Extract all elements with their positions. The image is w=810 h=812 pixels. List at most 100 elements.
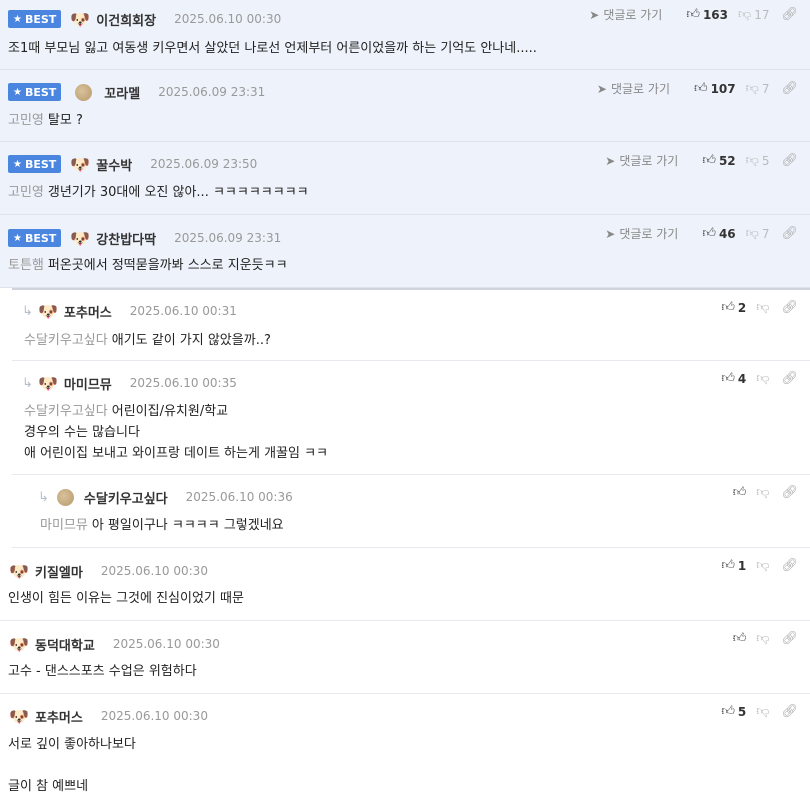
reply-target[interactable]: 고민영 (8, 113, 44, 128)
reply-arrow-icon: ↳ (22, 375, 33, 391)
avatar[interactable]: 🐶 (69, 8, 91, 30)
comment-item: 🐶 동덕대학교 2025.06.10 00:30 👍︎ 👎︎ 🔗︎ 고수 - 댄… (0, 621, 810, 694)
comment-text: 인생이 힘든 이유는 그것에 진심이었기 때문 (8, 591, 244, 606)
avatar[interactable]: 🐶 (37, 300, 59, 322)
comment-author[interactable]: 꿀수박 (96, 155, 132, 174)
avatar[interactable] (56, 488, 74, 506)
comment-actions: 👍︎ 👎︎ 🔗︎ (723, 485, 798, 500)
comment-item: ★ BEST 🐶 강찬밥다딱 2025.06.09 23:31 ➤ 댓글로 가기 👍… (0, 215, 810, 288)
downvote-button[interactable]: 👎︎ 17 (738, 7, 769, 22)
upvote-button[interactable]: 👍︎ 2 (721, 300, 746, 315)
reply-target[interactable]: 고민영 (8, 185, 44, 200)
reply-target[interactable]: 수달키우고싶다 (24, 333, 108, 348)
downvote-button[interactable]: 👎︎ (756, 371, 769, 386)
link-icon[interactable]: 🔗︎ (781, 631, 798, 646)
comment-author[interactable]: 강찬밥다딱 (96, 229, 156, 248)
link-icon[interactable]: 🔗︎ (781, 485, 798, 500)
avatar[interactable]: 🐶 (8, 705, 30, 727)
downvote-button[interactable]: 👎︎ (756, 300, 769, 315)
comment-text: 고수 - 댄스스포츠 수업은 위험하다 (8, 664, 197, 679)
comment-actions: 👍︎ 4 👎︎ 🔗︎ (711, 371, 798, 386)
comment-actions: ➤ 댓글로 가기 👍︎ 52 👎︎ 5 🔗︎ (605, 152, 798, 169)
comment-date: 2025.06.10 00:31 (129, 304, 237, 318)
upvote-button[interactable]: 👍︎ 46 (702, 226, 735, 241)
link-icon[interactable]: 🔗︎ (781, 371, 798, 386)
thumb-down-icon: 👎︎ (756, 371, 770, 386)
downvote-button[interactable]: 👎︎ (756, 631, 769, 646)
send-icon: ➤ (596, 81, 607, 96)
comment-text: 마미므뮤 아 평일이구나 ㅋㅋㅋㅋ 그렇겠네요 (40, 518, 284, 533)
downvote-button[interactable]: 👎︎ (756, 485, 769, 500)
link-icon[interactable]: 🔗︎ (781, 7, 798, 22)
comment-item: 🐶 포추머스 2025.06.10 00:30 👍︎ 5 👎︎ 🔗︎ 서로 깊이 … (0, 694, 810, 812)
comment-date: 2025.06.10 00:30 (112, 637, 220, 651)
comment-author[interactable]: 이건희회장 (96, 10, 156, 29)
thumb-up-icon: 👍︎ (732, 485, 747, 500)
downvote-button[interactable]: 👎︎ (756, 558, 769, 573)
upvote-button[interactable]: 👍︎ 52 (702, 153, 735, 168)
reply-target[interactable]: 마미므뮤 (40, 518, 88, 533)
comment-author[interactable]: 키질엘마 (35, 562, 83, 581)
goto-reply-link[interactable]: ➤ 댓글로 가기 (605, 225, 678, 242)
upvote-button[interactable]: 👍︎ 1 (721, 558, 746, 573)
comment-text: 조1때 부모님 잃고 여동생 키우면서 살았던 나로선 언제부터 어른이었을까 … (8, 41, 537, 56)
comment-actions: 👍︎ 5 👎︎ 🔗︎ (711, 704, 798, 719)
link-icon[interactable]: 🔗︎ (781, 81, 798, 96)
reply-target[interactable]: 수달키우고싶다 (24, 404, 108, 419)
upvote-button[interactable]: 👍︎ 163 (686, 7, 728, 22)
comment-author[interactable]: 포추머스 (35, 707, 83, 726)
upvote-button[interactable]: 👍︎ 4 (721, 371, 746, 386)
thumb-down-icon: 👎︎ (756, 558, 770, 573)
upvote-button[interactable]: 👍︎ 5 (721, 704, 746, 719)
comment-text: 서로 깊이 좋아하나보다 글이 참 예쁘네 (8, 737, 136, 794)
thumb-up-icon: 👍︎ (721, 704, 735, 719)
thumb-up-icon: 👍︎ (721, 371, 735, 386)
avatar[interactable]: 🐶 (37, 372, 59, 394)
link-icon[interactable]: 🔗︎ (781, 558, 798, 573)
comment-date: 2025.06.10 00:30 (174, 12, 282, 26)
downvote-button[interactable]: 👎︎ 5 (746, 153, 770, 168)
goto-reply-link[interactable]: ➤ 댓글로 가기 (589, 6, 662, 23)
thumb-down-icon: 👎︎ (745, 81, 759, 96)
star-icon: ★ (13, 158, 22, 170)
downvote-button[interactable]: 👎︎ (756, 704, 769, 719)
star-icon: ★ (13, 86, 22, 98)
comment-author[interactable]: 마미므뮤 (64, 374, 112, 393)
comment-actions: 👍︎ 1 👎︎ 🔗︎ (711, 558, 798, 573)
comment-author[interactable]: 수달키우고싶다 (84, 488, 168, 507)
upvote-button[interactable]: 👍︎ (733, 485, 747, 500)
avatar[interactable]: 🐶 (69, 227, 91, 249)
star-icon: ★ (13, 13, 22, 25)
send-icon: ➤ (589, 7, 600, 22)
goto-reply-link[interactable]: ➤ 댓글로 가기 (597, 80, 670, 97)
send-icon: ➤ (605, 153, 616, 168)
thumb-up-icon: 👍︎ (702, 226, 716, 241)
link-icon[interactable]: 🔗︎ (781, 300, 798, 315)
comment-author[interactable]: 꼬라멜 (104, 83, 140, 102)
thumb-down-icon: 👎︎ (756, 704, 770, 719)
comment-author[interactable]: 포추머스 (64, 302, 112, 321)
thumb-down-icon: 👎︎ (756, 631, 770, 646)
reply-item: ↳ 🐶 마미므뮤 2025.06.10 00:35 👍︎ 4 👎︎ 🔗︎ 수달키우… (12, 361, 810, 475)
comment-date: 2025.06.10 00:35 (129, 376, 237, 390)
downvote-button[interactable]: 👎︎ 7 (746, 81, 770, 96)
avatar[interactable]: 🐶 (69, 153, 91, 175)
thumb-down-icon: 👎︎ (756, 300, 770, 315)
avatar[interactable]: 🐶 (8, 633, 30, 655)
reply-item: ↳ 수달키우고싶다 2025.06.10 00:36 👍︎ 👎︎ 🔗︎ 마미므뮤… (12, 475, 810, 548)
comment-text: 수달키우고싶다 어린이집/유치원/학교 경우의 수는 많습니다 애 어린이집 보내… (24, 404, 329, 461)
comment-author[interactable]: 동덕대학교 (35, 635, 95, 654)
link-icon[interactable]: 🔗︎ (781, 704, 798, 719)
avatar[interactable]: 🐶 (8, 560, 30, 582)
goto-reply-link[interactable]: ➤ 댓글로 가기 (605, 152, 678, 169)
reply-target[interactable]: 토튼햄 (8, 258, 44, 273)
comment-date: 2025.06.09 23:50 (150, 157, 258, 171)
link-icon[interactable]: 🔗︎ (781, 226, 798, 241)
avatar[interactable] (75, 83, 93, 101)
upvote-button[interactable]: 👍︎ (733, 631, 747, 646)
downvote-button[interactable]: 👎︎ 7 (746, 226, 770, 241)
upvote-button[interactable]: 👍︎ 107 (694, 81, 736, 96)
comment-actions: 👍︎ 👎︎ 🔗︎ (723, 631, 798, 646)
link-icon[interactable]: 🔗︎ (781, 153, 798, 168)
comment-text: 고민영 갱년기가 30대에 오진 않아... ㅋㅋㅋㅋㅋㅋㅋㅋ (8, 185, 309, 200)
